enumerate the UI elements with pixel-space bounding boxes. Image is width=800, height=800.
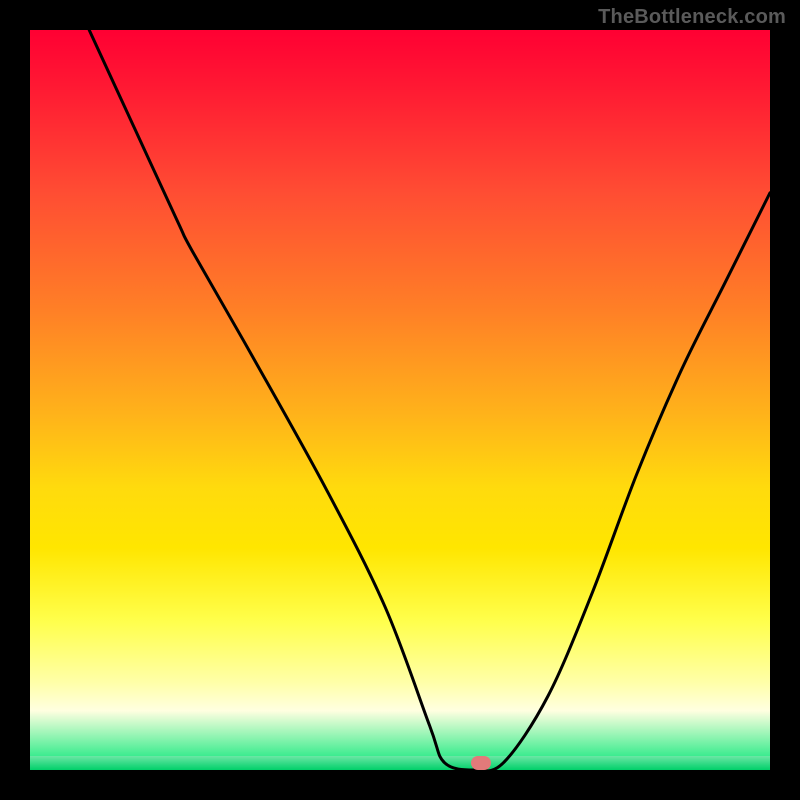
watermark-text: TheBottleneck.com	[598, 6, 786, 29]
chart-frame: TheBottleneck.com	[0, 0, 800, 800]
chart-plot-area	[30, 30, 770, 770]
optimum-marker	[471, 756, 491, 770]
bottleneck-curve-line	[89, 30, 770, 770]
